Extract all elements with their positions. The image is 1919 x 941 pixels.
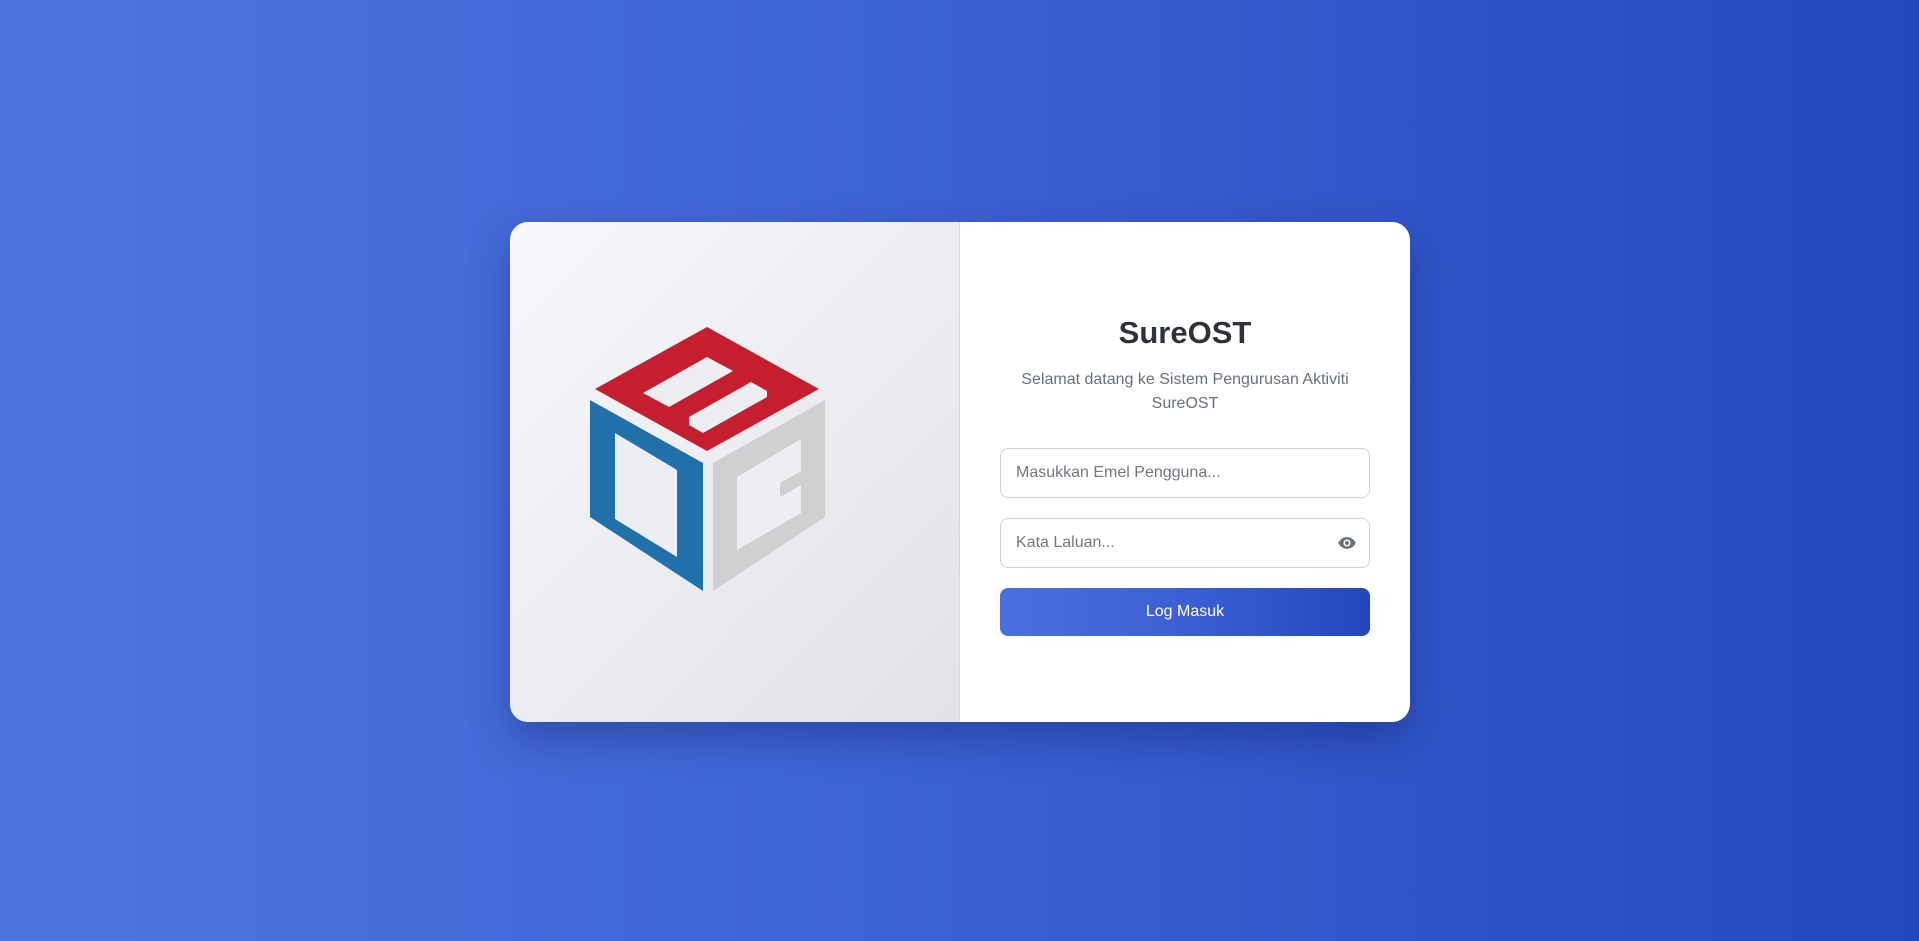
app-title: SureOST <box>1118 315 1252 350</box>
email-field-wrapper <box>1000 448 1370 498</box>
welcome-subtitle: Selamat datang ke Sistem Pengurusan Akti… <box>1021 371 1349 412</box>
cube-logo-icon <box>589 327 825 591</box>
login-form-panel: SureOST Selamat datang ke Sistem Penguru… <box>960 222 1410 722</box>
login-button[interactable]: Log Masuk <box>1000 588 1370 636</box>
password-field[interactable] <box>1000 518 1370 568</box>
password-field-wrapper <box>1000 518 1370 568</box>
login-card: SureOST Selamat datang ke Sistem Penguru… <box>510 222 1410 722</box>
eye-icon[interactable] <box>1336 533 1358 553</box>
logo-panel <box>510 222 960 722</box>
email-field[interactable] <box>1000 448 1370 498</box>
